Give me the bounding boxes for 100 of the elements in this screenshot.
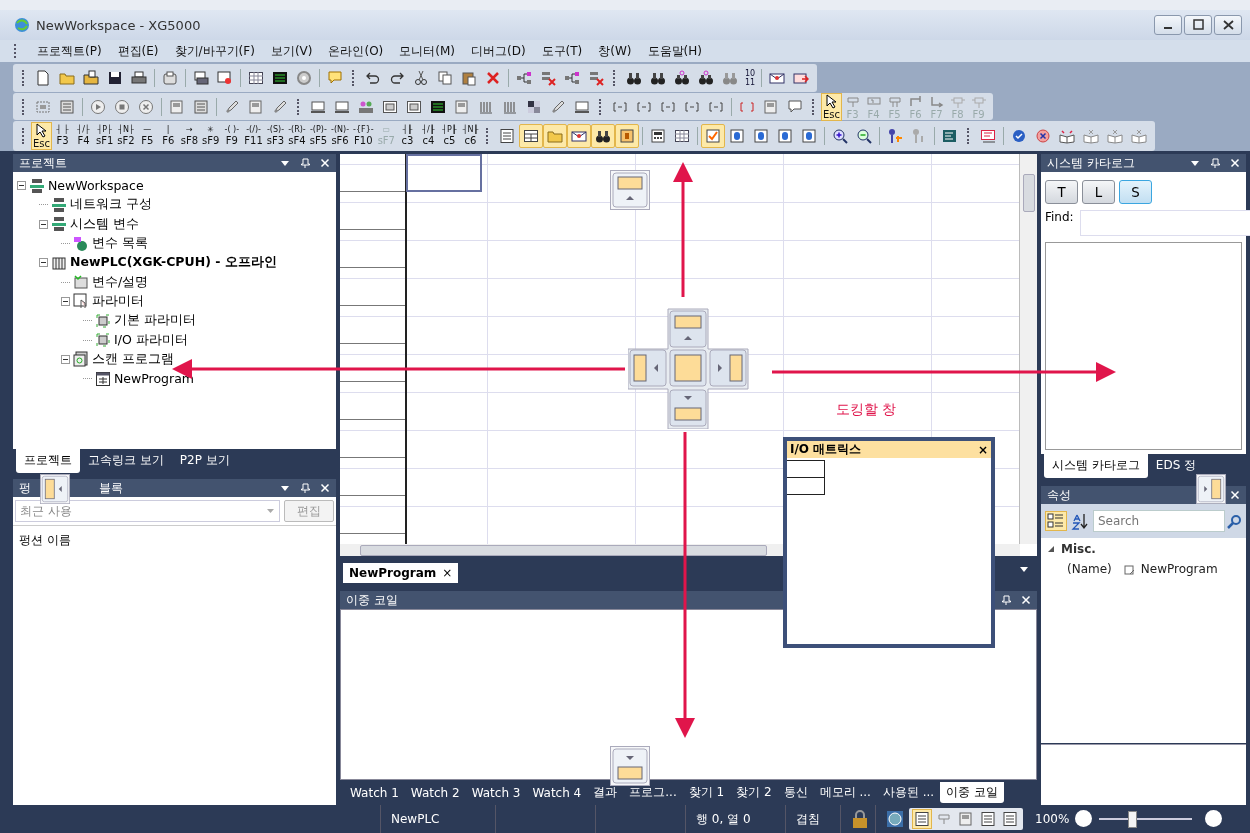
edit-icon[interactable] <box>1123 563 1135 575</box>
list-icon[interactable] <box>1000 809 1020 829</box>
tree-item[interactable]: NewPLC(XGK-CPUH) - 오프라인 <box>70 254 277 272</box>
maximize-icon[interactable] <box>1184 15 1212 35</box>
checkbox-icon[interactable] <box>700 124 725 148</box>
menu-item[interactable]: 온라인(O) <box>320 40 392 62</box>
ladder-key-button[interactable]: → sF8 <box>178 122 200 150</box>
catalog-list[interactable] <box>1045 242 1242 450</box>
ladder-key-button[interactable]: -( )- F9 <box>221 122 243 150</box>
tree-item[interactable]: 변수/설명 <box>92 273 149 291</box>
ladder-key-button[interactable]: | F6 <box>157 122 179 150</box>
ladder-key-button[interactable]: — F5 <box>136 122 158 150</box>
ladder-key-button[interactable]: -(P)- sF5 <box>307 122 330 150</box>
list-icon[interactable] <box>978 809 998 829</box>
dock-guide-icon[interactable] <box>40 474 70 504</box>
menu-item[interactable]: 모니터(M) <box>391 40 463 62</box>
ladder-key-button[interactable]: ┤┠ c3 <box>396 122 418 150</box>
panel-tab[interactable]: 고속링크 보기 <box>80 449 172 473</box>
ladder-key-button[interactable]: ┤N┠ c6 <box>459 122 481 150</box>
find-field[interactable] <box>1079 210 1250 236</box>
menu-item[interactable]: 보기(V) <box>262 40 321 62</box>
search-icon[interactable] <box>1227 513 1242 529</box>
panel-tab[interactable]: 메모리 ... <box>813 782 877 803</box>
collapse-icon[interactable] <box>1047 545 1055 553</box>
ladder-key-button[interactable]: ✳ sF9 <box>200 122 222 150</box>
panel-tab[interactable]: Watch 3 <box>465 783 527 802</box>
menu-item[interactable]: 편집(E) <box>109 40 167 62</box>
dropdown-icon[interactable] <box>1190 158 1200 168</box>
menu-item[interactable]: 프로젝트(P) <box>29 40 110 62</box>
menu-item[interactable]: 디버그(D) <box>463 40 534 62</box>
expander-icon[interactable] <box>17 181 26 191</box>
menu-item[interactable]: 도움말(H) <box>639 40 710 62</box>
filter-button[interactable]: L <box>1082 180 1115 204</box>
slider-thumb[interactable] <box>1127 811 1137 828</box>
filter-button[interactable]: T <box>1045 180 1078 204</box>
zoom-in-button[interactable] <box>1205 810 1222 827</box>
ladder-key-button[interactable]: ┤/├ F4 <box>73 122 95 150</box>
ladder-key-button[interactable]: ┤P┠ c5 <box>438 122 460 150</box>
tree-item[interactable]: 네트워크 구성 <box>70 196 152 214</box>
tree-item[interactable]: 파라미터 <box>92 292 144 310</box>
close-button[interactable]: × <box>977 442 988 457</box>
ladder-key-button[interactable]: ┤P├ sF1 <box>94 122 116 150</box>
tree-item[interactable]: I/O 파라미터 <box>114 331 188 349</box>
vertical-scrollbar[interactable] <box>1020 154 1037 544</box>
replace-numbers-button[interactable]: 10 11 <box>742 69 759 87</box>
box-icon[interactable] <box>614 124 639 148</box>
expander-icon[interactable] <box>39 258 48 268</box>
ladder-key-button[interactable]: ┤N├ sF2 <box>115 122 137 150</box>
zoom-out-button[interactable] <box>1075 810 1093 827</box>
panel-tab[interactable]: 통신 <box>777 782 814 803</box>
ladder-key-button[interactable]: ┤ ├ F3 <box>52 122 74 150</box>
pin-icon[interactable] <box>1001 595 1011 605</box>
panel-tab[interactable]: 찾기 2 <box>730 782 778 803</box>
close-icon[interactable] <box>1214 15 1242 35</box>
panel-tab[interactable]: 프로젝트 <box>16 449 80 473</box>
ladder-key-button[interactable]: Esc <box>821 92 843 121</box>
search-field[interactable]: Search <box>1093 510 1225 532</box>
ladder-key-button[interactable]: -{F}- F10 <box>351 122 376 150</box>
menu-item[interactable]: 도구(T) <box>533 40 591 62</box>
expander-icon[interactable] <box>61 354 70 364</box>
ladder-key-button[interactable]: Esc <box>31 122 53 150</box>
pin-icon[interactable] <box>300 158 310 168</box>
panel-tab[interactable]: EDS 정 <box>1147 454 1205 478</box>
ladder-key-button[interactable]: ┤/┠ c4 <box>417 122 439 150</box>
binoculars-icon[interactable] <box>590 124 615 148</box>
tree-item[interactable]: 변수 목록 <box>92 235 148 253</box>
table-icon[interactable] <box>518 124 543 148</box>
tree-item[interactable]: 시스템 변수 <box>70 215 139 233</box>
tree-item[interactable]: 스캔 프로그램 <box>92 350 174 368</box>
panel-tab[interactable]: Watch 1 <box>344 783 405 802</box>
panel-tab[interactable]: Watch 2 <box>404 783 466 802</box>
tree-item[interactable]: NewWorkspace <box>48 178 144 194</box>
ladder-key-button[interactable]: -(R)- sF4 <box>286 122 308 150</box>
panel-tab[interactable]: 사용된 ... <box>876 782 941 803</box>
expander-icon[interactable] <box>61 296 70 306</box>
ladder-key-button[interactable]: -(S)- sF3 <box>264 122 287 150</box>
dropdown-icon[interactable] <box>280 483 290 493</box>
panel-tab[interactable]: 이중 코일 <box>940 782 1004 803</box>
panel-tab[interactable]: 시스템 카타로그 <box>1044 454 1148 478</box>
panel-tab[interactable]: P2P 보기 <box>171 449 238 473</box>
document-tab[interactable]: NewProgram × <box>343 563 459 583</box>
io-matrix-dialog[interactable]: I/O 매트릭스 × <box>783 437 995 648</box>
pin-icon[interactable] <box>1210 158 1220 168</box>
ladder-key-button[interactable]: -(/)- F11 <box>242 122 265 150</box>
list-icon[interactable] <box>912 809 932 829</box>
dropdown-icon[interactable] <box>280 158 290 168</box>
panel-tab[interactable]: Watch 4 <box>526 783 588 802</box>
tree-item[interactable]: 기본 파라미터 <box>114 312 196 330</box>
panel-tab[interactable]: 프로그... <box>623 782 683 803</box>
pin-icon[interactable] <box>300 483 310 493</box>
panel-tab[interactable]: 결과 <box>587 782 624 803</box>
envelope-icon[interactable] <box>566 124 591 148</box>
menu-item[interactable]: 창(W) <box>590 40 640 62</box>
ladder-key-button[interactable]: -(N)- sF6 <box>329 122 352 150</box>
sort-alphabetical-icon[interactable] <box>1071 512 1089 530</box>
minimize-icon[interactable] <box>1154 15 1182 35</box>
panel-tab[interactable]: 찾기 1 <box>682 782 731 803</box>
menu-item[interactable]: 찾기/바꾸기(F) <box>166 40 263 62</box>
expander-icon[interactable] <box>39 219 48 229</box>
filter-button[interactable]: S <box>1119 180 1152 204</box>
